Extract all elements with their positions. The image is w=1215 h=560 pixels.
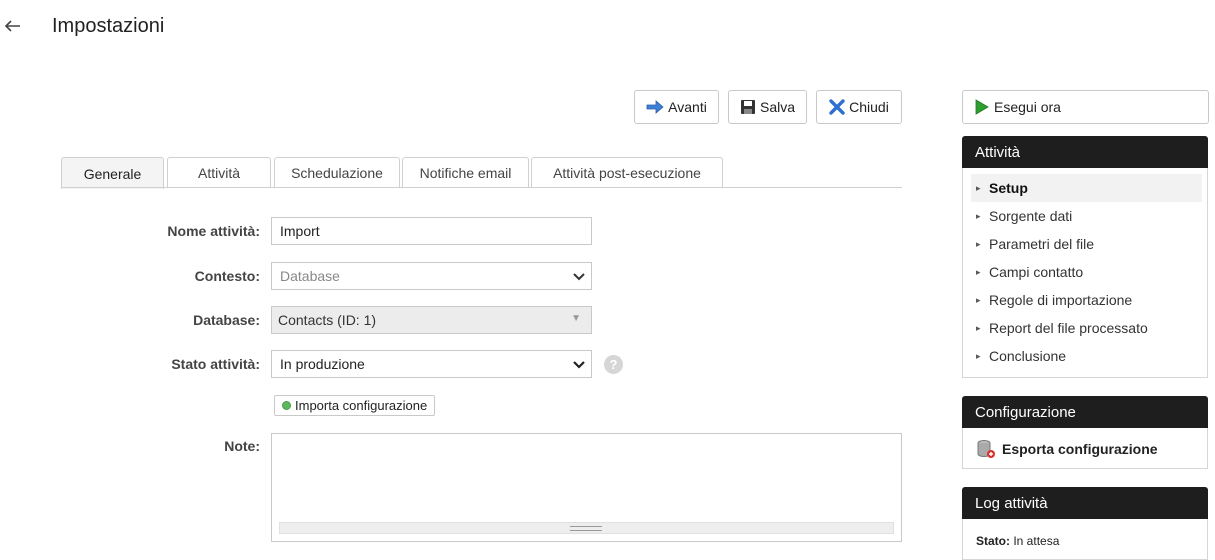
next-button[interactable]: Avanti xyxy=(634,90,719,124)
import-config-button[interactable]: Importa configurazione xyxy=(274,395,436,416)
context-select[interactable]: Database xyxy=(271,262,592,290)
nav-item-conclusion[interactable]: ▸ Conclusione xyxy=(971,342,1202,370)
nav-item-label: Regole di importazione xyxy=(989,292,1133,308)
nav-item-label: Setup xyxy=(989,180,1028,196)
run-now-button[interactable]: Esegui ora xyxy=(962,90,1209,124)
bullet-arrow-icon: ▸ xyxy=(976,238,981,249)
close-button-label: Chiudi xyxy=(849,99,889,115)
log-panel-header: Log attività xyxy=(962,487,1208,519)
nav-item-label: Campi contatto xyxy=(989,264,1084,280)
activity-panel-header: Attività xyxy=(962,136,1208,168)
export-config-link[interactable]: Esporta configurazione xyxy=(976,439,1158,459)
status-label: Stato attività: xyxy=(171,356,260,372)
close-button[interactable]: Chiudi xyxy=(816,90,902,124)
database-label: Database: xyxy=(193,312,260,328)
tab-general[interactable]: Generale xyxy=(61,157,164,189)
database-select[interactable]: Contacts (ID: 1) ▼ xyxy=(271,306,592,334)
grip-icon xyxy=(570,526,602,531)
triangle-down-icon: ▼ xyxy=(571,313,581,324)
tab-scheduling[interactable]: Schedulazione xyxy=(274,157,400,188)
nav-item-label: Sorgente dati xyxy=(989,208,1073,224)
name-label: Nome attività: xyxy=(167,223,260,239)
name-input[interactable]: Import xyxy=(271,217,592,245)
notes-label: Note: xyxy=(224,438,260,454)
log-status: Stato: In attesa xyxy=(976,534,1059,548)
green-dot-icon xyxy=(282,401,291,410)
nav-item-processed-file-report[interactable]: ▸ Report del file processato xyxy=(971,314,1202,342)
status-value: In produzione xyxy=(280,356,365,372)
page-title: Impostazioni xyxy=(52,15,165,37)
bullet-arrow-icon: ▸ xyxy=(976,350,981,361)
bullet-arrow-icon: ▸ xyxy=(976,322,981,333)
log-panel-title: Log attività xyxy=(975,494,1048,512)
log-status-label: Stato: xyxy=(976,534,1010,548)
bullet-arrow-icon: ▸ xyxy=(976,294,981,305)
floppy-disk-icon xyxy=(740,100,755,114)
activity-panel: ▸ Setup ▸ Sorgente dati ▸ Parametri del fil… xyxy=(962,168,1208,378)
database-export-icon xyxy=(977,440,995,458)
chevron-down-icon xyxy=(573,273,585,281)
arrow-right-icon xyxy=(646,100,664,114)
tab-activity[interactable]: Attività xyxy=(167,157,271,188)
tabs-divider xyxy=(61,187,902,188)
import-config-label: Importa configurazione xyxy=(295,398,428,413)
close-x-icon xyxy=(829,99,845,115)
log-status-value: In attesa xyxy=(1013,534,1060,548)
context-label: Contesto: xyxy=(194,268,260,284)
export-config-label: Esporta configurazione xyxy=(1002,441,1158,457)
context-value: Database xyxy=(280,268,340,284)
database-value: Contacts (ID: 1) xyxy=(278,312,377,328)
nav-item-setup[interactable]: ▸ Setup xyxy=(971,174,1202,202)
save-button-label: Salva xyxy=(759,99,796,115)
nav-item-label: Report del file processato xyxy=(989,320,1148,336)
nav-item-label: Parametri del file xyxy=(989,236,1095,252)
run-now-label: Esegui ora xyxy=(994,99,1061,115)
nav-item-data-source[interactable]: ▸ Sorgente dati xyxy=(971,202,1202,230)
back-arrow-icon[interactable] xyxy=(2,15,24,37)
nav-item-label: Conclusione xyxy=(989,348,1067,364)
config-panel-header: Configurazione xyxy=(962,396,1208,428)
bullet-arrow-icon: ▸ xyxy=(976,210,981,221)
next-button-label: Avanti xyxy=(668,99,707,115)
config-panel-title: Configurazione xyxy=(975,403,1076,421)
save-button[interactable]: Salva xyxy=(728,90,807,124)
status-select[interactable]: In produzione xyxy=(271,350,592,378)
nav-item-import-rules[interactable]: ▸ Regole di importazione xyxy=(971,286,1202,314)
play-icon xyxy=(975,99,989,115)
help-icon[interactable]: ? xyxy=(604,355,623,374)
bullet-arrow-icon: ▸ xyxy=(976,266,981,277)
nav-item-file-parameters[interactable]: ▸ Parametri del file xyxy=(971,230,1202,258)
tab-email-notifications[interactable]: Notifiche email xyxy=(402,157,529,188)
bullet-arrow-icon: ▸ xyxy=(976,182,981,193)
notes-resize-handle[interactable] xyxy=(279,522,894,534)
nav-item-contact-fields[interactable]: ▸ Campi contatto xyxy=(971,258,1202,286)
tab-post-execution[interactable]: Attività post-esecuzione xyxy=(531,157,723,188)
name-value: Import xyxy=(280,223,320,239)
activity-panel-title: Attività xyxy=(975,143,1021,161)
notes-textarea[interactable] xyxy=(271,433,902,542)
chevron-down-icon xyxy=(573,361,585,369)
